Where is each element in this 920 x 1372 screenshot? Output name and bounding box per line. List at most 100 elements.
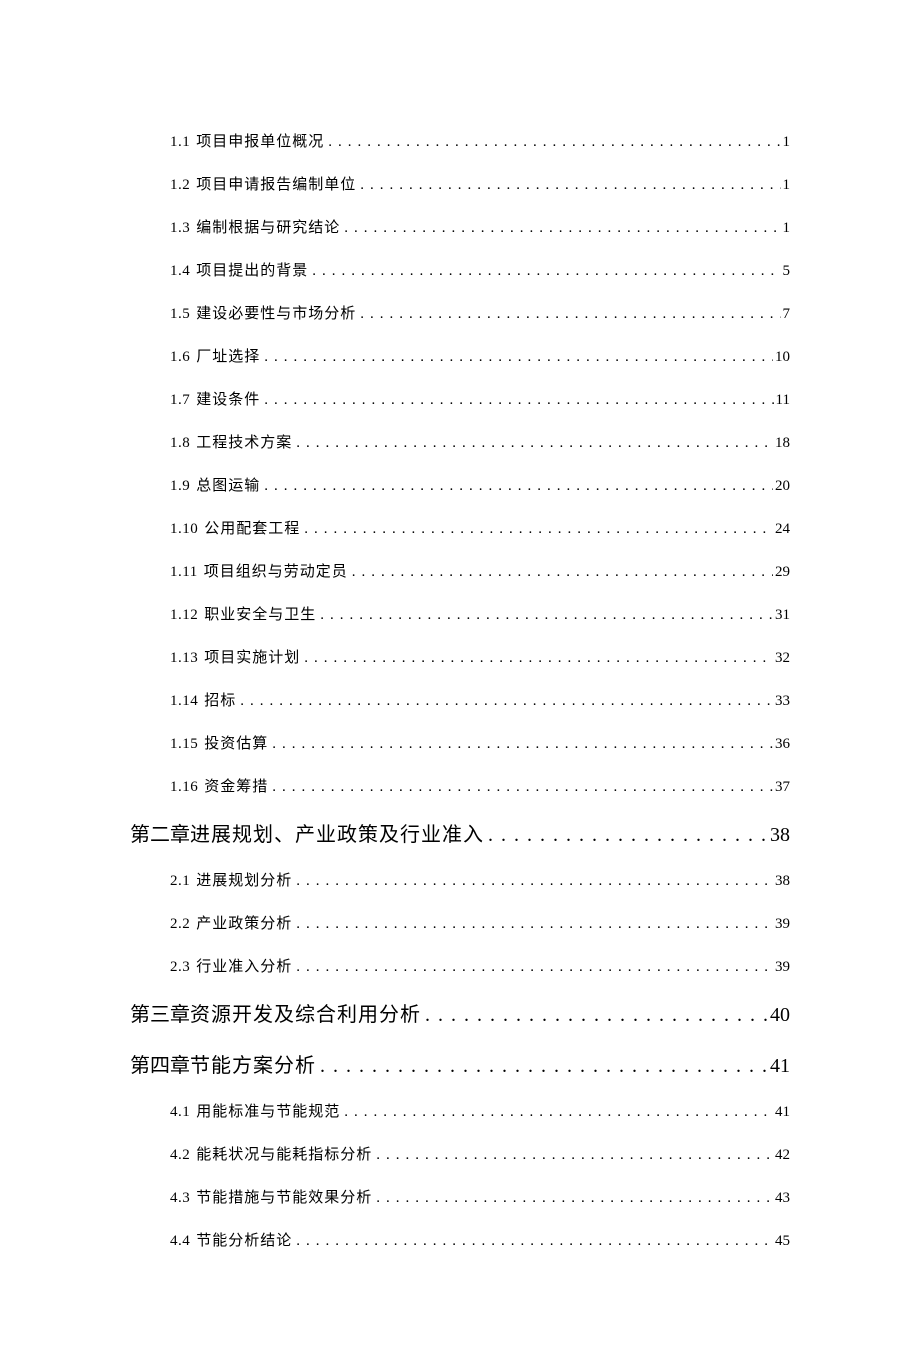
table-of-contents: 1.1项目申报单位概况.............................… — [130, 130, 790, 1250]
toc-entry-title: 投资估算 — [204, 732, 268, 753]
toc-entry-number: 1.16 — [170, 779, 198, 796]
toc-entry-page: 41 — [770, 1055, 790, 1078]
toc-entry-title: 行业准入分析 — [196, 955, 292, 976]
toc-entry-title: 编制根据与研究结论 — [196, 216, 340, 237]
toc-entry-number: 1.2 — [170, 177, 190, 194]
toc-entry-page: 10 — [775, 349, 790, 366]
toc-leader-dots: ........................................… — [344, 1104, 773, 1121]
toc-entry-page: 1 — [783, 177, 791, 194]
toc-entry-page: 41 — [775, 1104, 790, 1121]
toc-leader-dots: ........................................… — [296, 1233, 773, 1250]
toc-entry: 1.1项目申报单位概况.............................… — [130, 130, 790, 151]
toc-entry-title: 项目申报单位概况 — [196, 130, 324, 151]
toc-entry: 1.15投资估算................................… — [130, 732, 790, 753]
toc-entry: 1.8工程技术方案...............................… — [130, 431, 790, 452]
toc-leader-dots: ........................................… — [360, 306, 780, 323]
toc-entry-number: 第二章 — [130, 818, 190, 847]
toc-entry-page: 43 — [775, 1190, 790, 1207]
toc-leader-dots: ........................................… — [296, 873, 773, 890]
toc-entry-number: 1.3 — [170, 220, 190, 237]
toc-entry: 4.3节能措施与节能效果分析..........................… — [130, 1186, 790, 1207]
toc-entry-page: 20 — [775, 478, 790, 495]
toc-entry-page: 18 — [775, 435, 790, 452]
toc-entry-title: 节能方案分析 — [190, 1049, 316, 1078]
toc-entry: 1.14招标..................................… — [130, 689, 790, 710]
toc-entry-number: 第四章 — [130, 1049, 190, 1078]
toc-entry-title: 建设条件 — [196, 388, 260, 409]
toc-entry: 1.9总图运输.................................… — [130, 474, 790, 495]
toc-entry-number: 4.2 — [170, 1147, 190, 1164]
toc-entry-title: 建设必要性与市场分析 — [196, 302, 356, 323]
toc-leader-dots: ........................................… — [304, 650, 773, 667]
toc-entry-number: 1.13 — [170, 650, 198, 667]
toc-leader-dots: ........................................… — [488, 824, 768, 847]
toc-entry-title: 招标 — [204, 689, 236, 710]
toc-entry-title: 节能分析结论 — [196, 1229, 292, 1250]
toc-leader-dots: ........................................… — [264, 478, 773, 495]
toc-entry-title: 项目实施计划 — [204, 646, 300, 667]
toc-entry: 4.4 节能分析结论...............................… — [130, 1229, 790, 1250]
toc-leader-dots: ........................................… — [272, 779, 773, 796]
toc-entry-title: 项目提出的背景 — [196, 259, 308, 280]
toc-entry: 1.10公用配套工程..............................… — [130, 517, 790, 538]
toc-leader-dots: ........................................… — [425, 1004, 768, 1027]
toc-entry: 2.2 产业政策分析...............................… — [130, 912, 790, 933]
toc-entry: 1.3 编制根据与研究结论............................… — [130, 216, 790, 237]
toc-entry-page: 32 — [775, 650, 790, 667]
document-page: 1.1项目申报单位概况.............................… — [0, 0, 920, 1372]
toc-entry: 2.1进展规划分析...............................… — [130, 869, 790, 890]
toc-entry-number: 2.2 — [170, 916, 190, 933]
toc-entry-title: 进展规划分析 — [196, 869, 292, 890]
toc-entry-number: 1.6 — [170, 349, 190, 366]
toc-entry-title: 进展规划、产业政策及行业准入 — [190, 818, 484, 847]
toc-entry-page: 38 — [770, 824, 790, 847]
toc-entry-number: 1.4 — [170, 263, 190, 280]
toc-leader-dots: ........................................… — [360, 177, 780, 194]
toc-leader-dots: ........................................… — [296, 435, 773, 452]
toc-entry-title: 项目申请报告编制单位 — [196, 173, 356, 194]
toc-entry-title: 产业政策分析 — [196, 912, 292, 933]
toc-entry-number: 1.12 — [170, 607, 198, 624]
toc-entry-page: 39 — [775, 916, 790, 933]
toc-entry-title: 用能标准与节能规范 — [196, 1100, 340, 1121]
toc-leader-dots: ........................................… — [320, 1055, 768, 1078]
toc-entry-title: 工程技术方案 — [196, 431, 292, 452]
toc-entry-number: 4.4 — [170, 1233, 190, 1250]
toc-leader-dots: ........................................… — [344, 220, 780, 237]
toc-entry-page: 11 — [776, 392, 790, 409]
toc-leader-dots: ........................................… — [264, 392, 773, 409]
toc-entry-page: 29 — [775, 564, 790, 581]
toc-entry: 4.1用能标准与节能规范............................… — [130, 1100, 790, 1121]
toc-entry-title: 资金筹措 — [204, 775, 268, 796]
toc-entry: 1.6厂址选择.................................… — [130, 345, 790, 366]
toc-entry-number: 1.11 — [170, 564, 198, 581]
toc-leader-dots: ........................................… — [296, 916, 773, 933]
toc-entry-number: 1.7 — [170, 392, 190, 409]
toc-entry: 4.2能耗状况与能耗指标分析..........................… — [130, 1143, 790, 1164]
toc-entry-page: 31 — [775, 607, 790, 624]
toc-leader-dots: ........................................… — [320, 607, 773, 624]
toc-leader-dots: ........................................… — [312, 263, 780, 280]
toc-entry-page: 1 — [783, 220, 791, 237]
toc-leader-dots: ........................................… — [240, 693, 773, 710]
toc-leader-dots: ........................................… — [296, 959, 773, 976]
toc-entry: 1.16 资金筹措................................… — [130, 775, 790, 796]
toc-entry-title: 资源开发及综合利用分析 — [190, 998, 421, 1027]
toc-entry: 第二章进展规划、产业政策及行业准入.......................… — [130, 818, 790, 847]
toc-entry: 第四章节能方案分析...............................… — [130, 1049, 790, 1078]
toc-entry-number: 1.5 — [170, 306, 190, 323]
toc-entry-number: 4.3 — [170, 1190, 190, 1207]
toc-entry-number: 第三章 — [130, 998, 190, 1027]
toc-entry-page: 37 — [775, 779, 790, 796]
toc-entry-page: 1 — [783, 134, 791, 151]
toc-leader-dots: ........................................… — [272, 736, 773, 753]
toc-entry-page: 24 — [775, 521, 790, 538]
toc-entry: 1.7 建设条件.................................… — [130, 388, 790, 409]
toc-entry-page: 33 — [775, 693, 790, 710]
toc-entry-title: 公用配套工程 — [204, 517, 300, 538]
toc-entry: 第三章资源开发及综合利用分析..........................… — [130, 998, 790, 1027]
toc-entry-page: 39 — [775, 959, 790, 976]
toc-leader-dots: ........................................… — [328, 134, 780, 151]
toc-entry-title: 厂址选择 — [196, 345, 260, 366]
toc-entry-title: 总图运输 — [196, 474, 260, 495]
